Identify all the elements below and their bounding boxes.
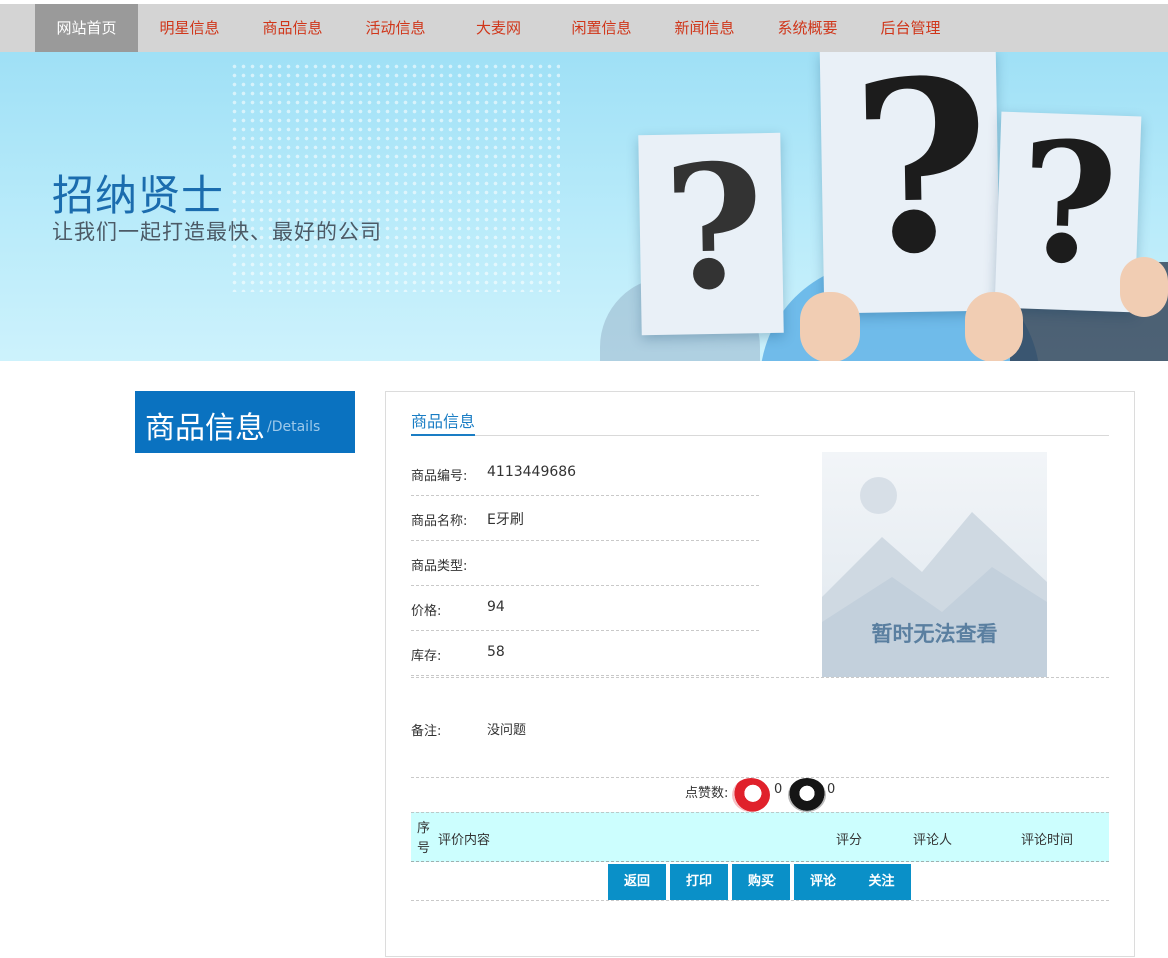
nav-item-products[interactable]: 商品信息 (241, 4, 344, 52)
section-title: 商品信息 (145, 411, 265, 446)
field-row: 商品编号: 4113449686 (411, 451, 759, 496)
hand (800, 292, 860, 361)
top-nav: 网站首页 明星信息 商品信息 活动信息 大麦网 闲置信息 新闻信息 系统概要 后… (0, 0, 1168, 52)
note-value: 没问题 (487, 723, 527, 738)
likes-label: 点赞数: (685, 786, 729, 801)
col-score: 评分 (836, 833, 863, 848)
nav-item-damai[interactable]: 大麦网 (447, 4, 550, 52)
world-map-dots (230, 62, 560, 292)
buy-button[interactable]: 购买 (732, 864, 790, 900)
field-label: 商品类型: (411, 559, 468, 574)
nav-item-idle[interactable]: 闲置信息 (550, 4, 653, 52)
banner-title: 招纳贤士 (52, 171, 225, 220)
comments-table-header: 序号 评价内容 评分 评论人 评论时间 (411, 812, 1109, 862)
hand (965, 292, 1023, 361)
divider (411, 677, 1109, 678)
field-row: 价格: 94 (411, 586, 759, 631)
col-time: 评论时间 (1021, 833, 1074, 848)
note-label: 备注: (411, 724, 442, 739)
follow-button[interactable]: 关注 (852, 864, 911, 900)
field-row: 商品名称: E牙刷 (411, 496, 759, 541)
field-value: E牙刷 (487, 512, 524, 528)
hand (1120, 257, 1168, 317)
nav-item-overview[interactable]: 系统概要 (756, 4, 859, 52)
product-image-placeholder: 暂时无法查看 (822, 452, 1047, 677)
section-title-box: 商品信息 /Details (135, 391, 355, 453)
comment-button[interactable]: 评论 (794, 864, 852, 900)
print-button[interactable]: 打印 (670, 864, 728, 900)
likes-down-count: 0 (827, 782, 836, 797)
panel-heading-text: 商品信息 (411, 408, 476, 436)
likes-up-count: 0 (774, 782, 783, 797)
question-mark-icon: ? (1016, 104, 1121, 302)
question-mark-icon: ? (849, 52, 992, 307)
field-row: 商品类型: (411, 541, 759, 586)
field-label: 商品编号: (411, 469, 468, 484)
divider (411, 900, 1109, 901)
field-value: 58 (487, 644, 505, 660)
nav-item-admin[interactable]: 后台管理 (859, 4, 962, 52)
thumbs-down-icon[interactable] (788, 778, 826, 812)
product-detail-panel: 商品信息 商品编号: 4113449686 商品名称: E牙刷 商品类型: 价格… (385, 391, 1135, 957)
image-unavailable-text: 暂时无法查看 (871, 622, 998, 646)
banner-subtitle: 让我们一起打造最快、最好的公司 (52, 220, 382, 244)
nav-item-home[interactable]: 网站首页 (35, 4, 138, 52)
question-card: ? (819, 52, 1001, 314)
back-button[interactable]: 返回 (608, 864, 666, 900)
nav-item-stars[interactable]: 明星信息 (138, 4, 241, 52)
col-index: 序号 (417, 821, 431, 856)
section-subtitle: /Details (267, 419, 321, 435)
nav-item-activities[interactable]: 活动信息 (344, 4, 447, 52)
field-row: 库存: 58 (411, 631, 759, 676)
field-label: 商品名称: (411, 514, 468, 529)
field-value: 94 (487, 599, 505, 615)
question-mark-icon: ? (662, 127, 766, 329)
question-card: ? (638, 127, 784, 336)
thumbs-up-icon[interactable] (732, 778, 770, 812)
panel-heading: 商品信息 (411, 408, 1109, 436)
nav-item-news[interactable]: 新闻信息 (653, 4, 756, 52)
field-value: 4113449686 (487, 464, 577, 480)
col-commenter: 评论人 (913, 833, 953, 848)
hero-banner: 招纳贤士 让我们一起打造最快、最好的公司 ? ? ? (0, 52, 1168, 361)
field-label: 价格: (411, 604, 442, 619)
col-content: 评价内容 (438, 833, 491, 848)
divider (411, 777, 1109, 778)
field-label: 库存: (411, 649, 442, 664)
